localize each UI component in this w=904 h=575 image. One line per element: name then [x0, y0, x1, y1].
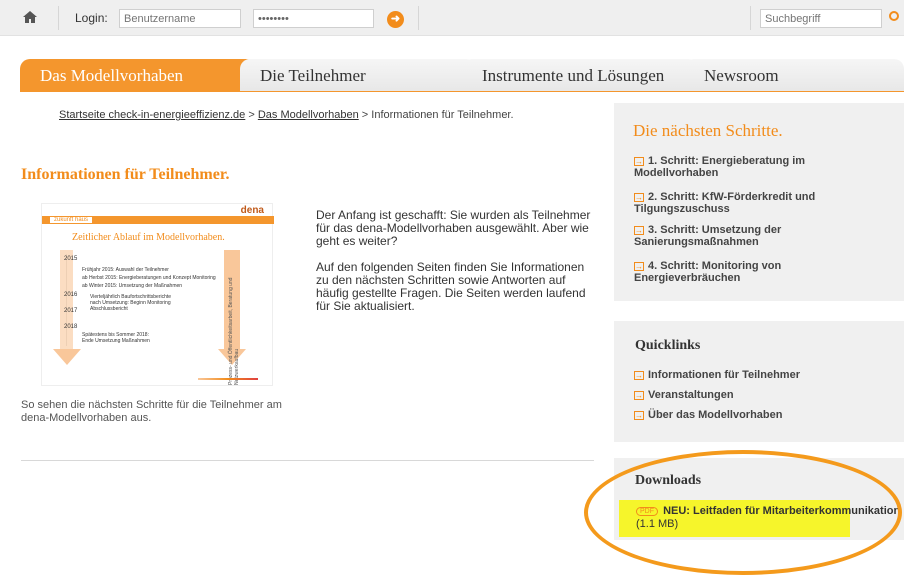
arrow-right-icon: → — [634, 371, 644, 380]
step-label: 2. Schritt: KfW-Förderkredit und Tilgung… — [634, 191, 816, 215]
intro-paragraph: Der Anfang ist geschafft: Sie wurden als… — [316, 208, 591, 248]
step-link-4[interactable]: → 4. Schritt: Monitoring von Energieverbr… — [634, 260, 864, 284]
arrow-right-icon: → — [634, 262, 644, 271]
main-nav-tabs: Das Modellvorhaben Die Teilnehmer Instru… — [20, 59, 904, 92]
breadcrumb-home-link[interactable]: Startseite check-in-energieeffizienz.de — [59, 109, 245, 121]
timeline-item: ab Winter 2015: Umsetzung der Maßnahmen — [82, 283, 183, 289]
divider — [418, 6, 419, 30]
timeline-item: ab Herbst 2015: Energieberatungen und Ko… — [82, 275, 216, 281]
quicklink-label: Veranstaltungen — [648, 389, 734, 401]
next-steps-box: Die nächsten Schritte. → 1. Schritt: Ener… — [614, 103, 904, 301]
breadcrumb-separator: > — [358, 109, 372, 121]
tab-instrumente-und-loesungen[interactable]: Instrumente und Lösungen — [462, 59, 698, 92]
arrow-right-icon: → — [634, 391, 644, 400]
step-label: 3. Schritt: Umsetzung der Sanierungsmaßn… — [634, 224, 782, 248]
breadcrumb-current: Informationen für Teilnehmer. — [371, 109, 514, 121]
quicklink-ueber-modellvorhaben[interactable]: → Über das Modellvorhaben — [634, 409, 782, 421]
timeline-item: Abschlussbericht — [90, 306, 128, 312]
breadcrumb-parent-link[interactable]: Das Modellvorhaben — [258, 109, 359, 121]
year-label: 2018 — [64, 324, 78, 330]
timeline-arrow-head — [53, 349, 81, 365]
tab-das-modellvorhaben[interactable]: Das Modellvorhaben — [20, 59, 256, 92]
content-divider — [21, 460, 594, 461]
divider — [58, 6, 59, 30]
quicklink-veranstaltungen[interactable]: → Veranstaltungen — [634, 389, 734, 401]
search-input[interactable] — [760, 9, 882, 28]
timeline-item: Ende Umsetzung Maßnahmen — [82, 338, 150, 344]
year-label: 2015 — [64, 256, 78, 262]
timeline-arrow — [60, 250, 73, 350]
arrow-right-icon: → — [634, 226, 644, 235]
page-title: Informationen für Teilnehmer. — [21, 166, 230, 183]
tab-newsroom[interactable]: Newsroom — [684, 59, 904, 92]
password-input[interactable] — [253, 9, 374, 28]
login-label: Login: — [75, 11, 108, 25]
timeline-item: Frühjahr 2015: Auswahl der Teilnehmer — [82, 267, 169, 273]
top-bar: Login: ➜ — [0, 0, 904, 36]
step-label: 4. Schritt: Monitoring von Energieverbrä… — [634, 260, 782, 284]
username-input[interactable] — [119, 9, 241, 28]
side-arrow-label: Prozess- und Öffentlichkeitsarbeit, Bera… — [228, 277, 240, 385]
quicklink-label: Über das Modellvorhaben — [648, 409, 783, 421]
step-label: 1. Schritt: Energieberatung im Modellvor… — [634, 155, 806, 179]
home-icon[interactable] — [22, 9, 38, 25]
quicklink-informationen[interactable]: → Informationen für Teilnehmer — [634, 369, 800, 381]
quicklinks-box: Quicklinks → Informationen für Teilnehmer… — [614, 321, 904, 442]
breadcrumb: Startseite check-in-energieeffizienz.de … — [59, 109, 514, 121]
timeline-thumbnail[interactable]: dena zukunft haus Zeitlicher Ablauf im M… — [41, 203, 274, 386]
step-link-1[interactable]: → 1. Schritt: Energieberatung im Modellvo… — [634, 155, 864, 179]
tab-underline — [20, 91, 904, 92]
search-icon[interactable] — [889, 8, 899, 24]
thumbnail-caption: So sehen die nächsten Schritte für die T… — [21, 399, 282, 424]
thumbnail-title: Zeitlicher Ablauf im Modellvorhaben. — [72, 232, 225, 243]
intro-text: Der Anfang ist geschafft: Sie wurden als… — [316, 209, 596, 326]
arrow-right-icon: → — [634, 157, 644, 166]
zukunft-haus-badge: zukunft haus — [49, 216, 93, 224]
next-steps-title: Die nächsten Schritte. — [633, 121, 783, 140]
breadcrumb-separator: > — [245, 109, 258, 121]
arrow-right-icon: → — [634, 193, 644, 202]
quicklink-label: Informationen für Teilnehmer — [648, 369, 800, 381]
annotation-circle — [584, 450, 902, 575]
login-submit-button[interactable]: ➜ — [387, 11, 404, 28]
dena-logo: dena — [240, 205, 264, 216]
thumbnail-footer-stripe — [198, 378, 258, 380]
year-label: 2016 — [64, 292, 78, 298]
tab-die-teilnehmer[interactable]: Die Teilnehmer — [240, 59, 476, 92]
step-link-3[interactable]: → 3. Schritt: Umsetzung der Sanierungsmaß… — [634, 224, 864, 248]
year-label: 2017 — [64, 308, 78, 314]
intro-paragraph: Auf den folgenden Seiten finden Sie Info… — [316, 260, 586, 313]
arrow-right-icon: → — [634, 411, 644, 420]
step-link-2[interactable]: → 2. Schritt: KfW-Förderkredit und Tilgun… — [634, 191, 864, 215]
divider — [750, 6, 751, 30]
quicklinks-title: Quicklinks — [635, 338, 701, 353]
